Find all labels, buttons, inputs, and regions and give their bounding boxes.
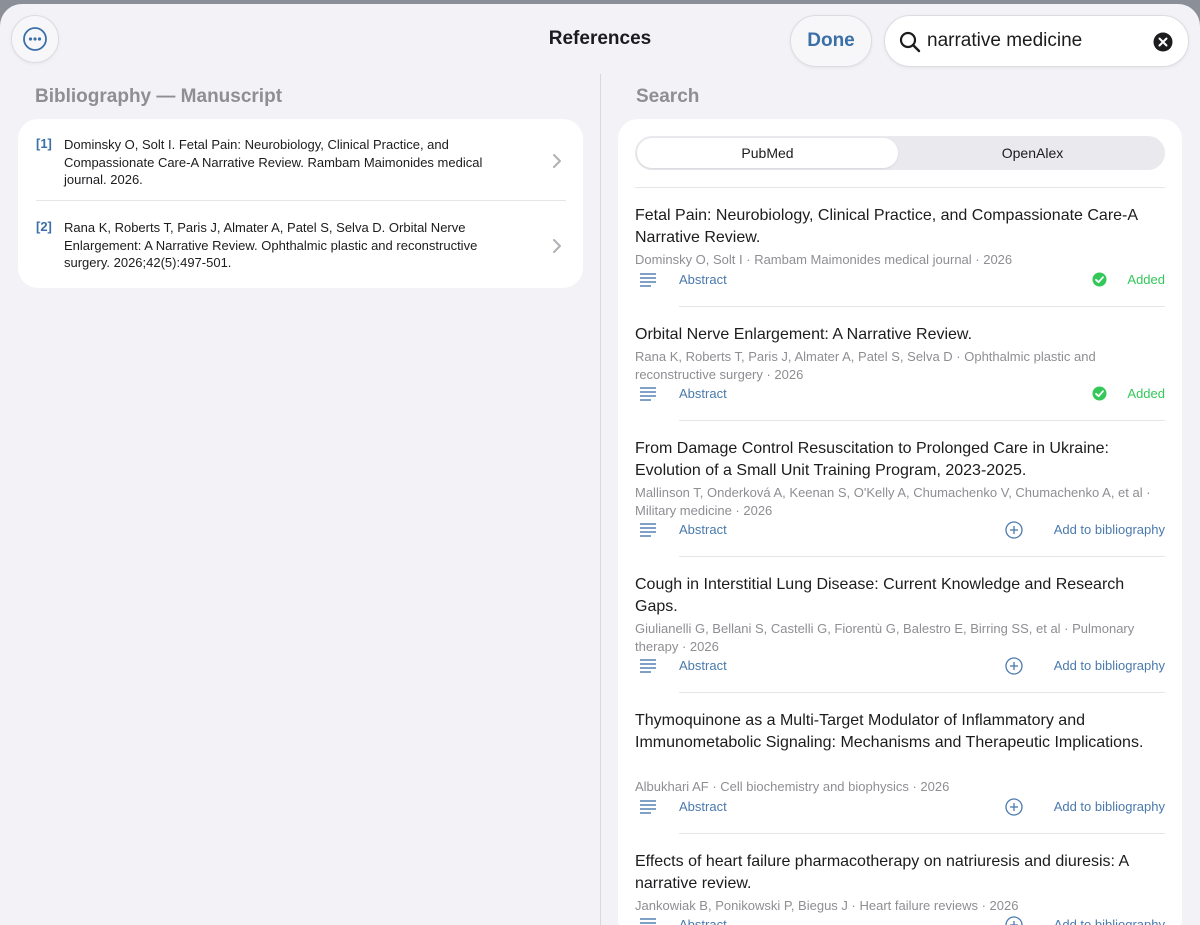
result-meta: Rana K, Roberts T, Paris J, Almater A, P…	[635, 349, 1096, 382]
bibliography-item-number: [2]	[36, 219, 52, 234]
abstract-lines-icon	[640, 918, 656, 924]
bibliography-item-number: [1]	[36, 136, 52, 151]
result-title: Fetal Pain: Neurobiology, Clinical Pract…	[635, 207, 1138, 246]
more-options-button[interactable]	[11, 15, 59, 63]
bibliography-list: [1] Dominsky O, Solt I. Fetal Pain: Neur…	[18, 119, 583, 288]
plus-circle-icon[interactable]	[1005, 521, 1023, 539]
abstract-button[interactable]: Abstract	[679, 272, 727, 287]
add-to-bibliography-button[interactable]: Add to bibliography	[1054, 522, 1165, 537]
abstract-lines-icon	[640, 273, 656, 287]
result-actions: Abstract Add to bibliography	[635, 520, 1165, 540]
result-title: Effects of heart failure pharmacotherapy…	[635, 853, 1129, 892]
add-to-bibliography-button[interactable]: Add to bibliography	[1054, 917, 1165, 925]
page-title: References	[548, 28, 652, 49]
bibliography-item-2[interactable]: [2] Rana K, Roberts T, Paris J, Almater …	[18, 219, 583, 279]
divider	[679, 556, 1165, 557]
result-actions: Abstract Add to bibliography	[635, 797, 1165, 817]
result-meta: Mallinson T, Onderková A, Keenan S, O'Ke…	[635, 485, 1151, 518]
abstract-lines-icon	[640, 387, 656, 401]
tab-pubmed[interactable]: PubMed	[637, 138, 898, 168]
chevron-right-icon	[553, 154, 561, 168]
pane-divider	[600, 74, 601, 925]
result-title: Orbital Nerve Enlargement: A Narrative R…	[635, 326, 973, 343]
result-title: From Damage Control Resuscitation to Pro…	[635, 440, 1109, 479]
abstract-lines-icon	[640, 800, 656, 814]
abstract-lines-icon	[640, 659, 656, 673]
abstract-button[interactable]: Abstract	[679, 917, 727, 925]
divider	[679, 306, 1165, 307]
references-sheet: References Done Bibliography — Manuscrip…	[0, 4, 1200, 925]
divider	[36, 200, 566, 201]
result-meta: Albukhari AF · Cell biochemistry and bio…	[635, 779, 950, 794]
result-actions: Abstract Added	[635, 270, 1165, 290]
search-input[interactable]	[927, 28, 1147, 54]
search-heading: Search	[636, 86, 700, 107]
result-actions: Abstract Add to bibliography	[635, 915, 1165, 925]
search-field[interactable]	[884, 15, 1189, 67]
result-meta: Jankowiak B, Ponikowski P, Biegus J · He…	[635, 898, 1019, 913]
result-meta: Giulianelli G, Bellani S, Castelli G, Fi…	[635, 621, 1135, 654]
checkmark-circle-icon	[1092, 272, 1107, 287]
divider	[679, 833, 1165, 834]
plus-circle-icon[interactable]	[1005, 916, 1023, 925]
abstract-button[interactable]: Abstract	[679, 386, 727, 401]
top-bar: References Done	[0, 4, 1200, 76]
result-actions: Abstract Added	[635, 384, 1165, 404]
ellipsis-circle-icon	[23, 27, 47, 51]
bibliography-heading: Bibliography — Manuscript	[35, 86, 283, 107]
divider	[679, 692, 1165, 693]
chevron-right-icon	[553, 239, 561, 253]
checkmark-circle-icon	[1092, 386, 1107, 401]
result-meta: Dominsky O, Solt I · Rambam Maimonides m…	[635, 252, 1013, 267]
search-results-panel: PubMed OpenAlex Fetal Pain: Neurobiology…	[618, 119, 1182, 925]
divider	[679, 420, 1165, 421]
bibliography-item-1[interactable]: [1] Dominsky O, Solt I. Fetal Pain: Neur…	[18, 136, 583, 196]
tab-openalex[interactable]: OpenAlex	[902, 138, 1163, 168]
result-title: Thymoquinone as a Multi-Target Modulator…	[635, 712, 1144, 751]
abstract-button[interactable]: Abstract	[679, 658, 727, 673]
clear-search-icon[interactable]	[1153, 32, 1173, 52]
added-status: Added	[1127, 386, 1165, 401]
abstract-lines-icon	[640, 523, 656, 537]
divider	[635, 187, 1165, 188]
add-to-bibliography-button[interactable]: Add to bibliography	[1054, 799, 1165, 814]
result-title: Cough in Interstitial Lung Disease: Curr…	[635, 576, 1125, 615]
done-button[interactable]: Done	[790, 15, 872, 67]
bibliography-item-text: Rana K, Roberts T, Paris J, Almater A, P…	[64, 220, 478, 270]
bibliography-item-text: Dominsky O, Solt I. Fetal Pain: Neurobio…	[64, 137, 483, 187]
result-actions: Abstract Add to bibliography	[635, 656, 1165, 676]
abstract-button[interactable]: Abstract	[679, 522, 727, 537]
plus-circle-icon[interactable]	[1005, 798, 1023, 816]
source-segmented-control: PubMed OpenAlex	[635, 136, 1165, 170]
search-icon	[899, 31, 921, 53]
add-to-bibliography-button[interactable]: Add to bibliography	[1054, 658, 1165, 673]
plus-circle-icon[interactable]	[1005, 657, 1023, 675]
abstract-button[interactable]: Abstract	[679, 799, 727, 814]
added-status: Added	[1127, 272, 1165, 287]
